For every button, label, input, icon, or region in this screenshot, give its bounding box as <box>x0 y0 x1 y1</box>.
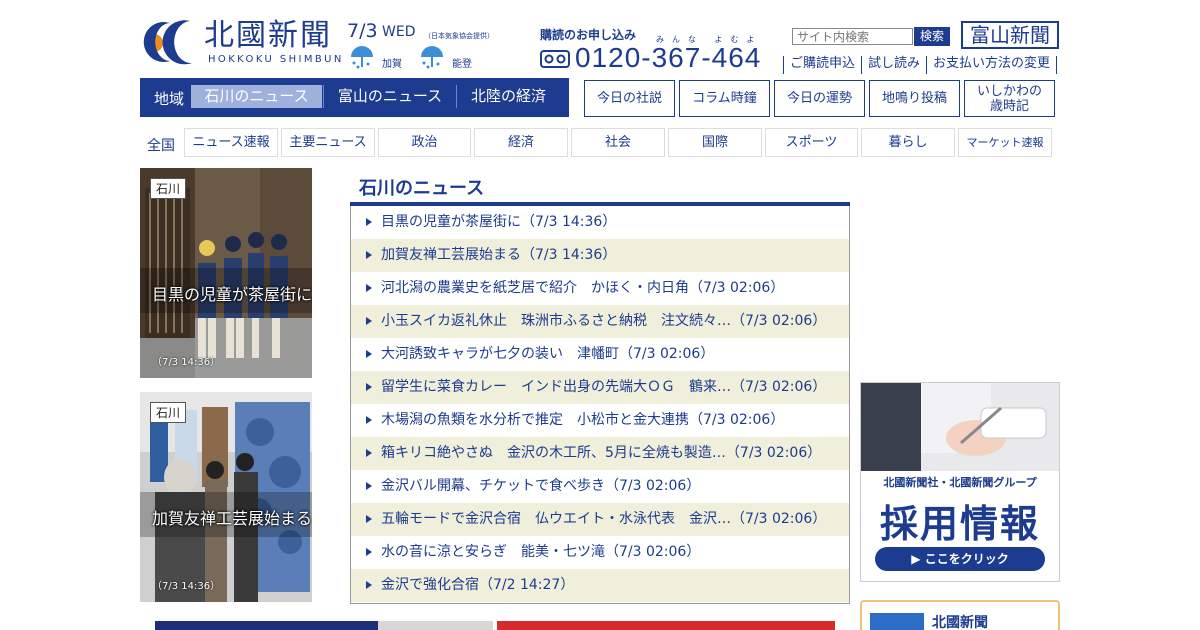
advertisement-banner[interactable] <box>497 621 835 630</box>
tab-divider <box>456 85 457 108</box>
site-search-input[interactable] <box>792 28 913 45</box>
category-society[interactable]: 社会 <box>571 128 665 157</box>
news-item[interactable]: 木場潟の魚類を水分析で推定 小松市と金大連携（7/3 02:06） <box>351 404 849 437</box>
feature-caption[interactable]: 加賀友禅工芸展始まる <box>152 505 312 529</box>
region-nav-label: 地域 <box>154 90 185 108</box>
tab-toyama-news[interactable]: 富山のニュース <box>325 85 455 108</box>
recruitment-company: 北國新聞社・北國新聞グループ <box>883 476 1037 489</box>
news-item[interactable]: 大河誘致キャラが七夕の装い 津幡町（7/3 02:06） <box>351 338 849 371</box>
rain-umbrella-icon[interactable] <box>348 43 376 71</box>
category-market-news[interactable]: マーケット速報 <box>958 128 1052 157</box>
news-item[interactable]: 河北潟の農業史を紙芝居で紹介 かほく・内日角（7/3 02:06） <box>351 272 849 305</box>
current-date: 7/3 <box>347 20 378 42</box>
category-international[interactable]: 国際 <box>668 128 762 157</box>
region-tag: 石川 <box>150 402 187 423</box>
fortune-button[interactable]: 今日の運勢 <box>774 80 865 117</box>
ishikawa-news-heading[interactable]: 石川のニュース <box>359 174 484 200</box>
subscribe-heading: 購読のお申し込み <box>540 28 637 42</box>
feature-photo-card[interactable]: 石川 加賀友禅工芸展始まる （7/3 14:36） <box>140 392 312 602</box>
bottom-card-label: 北國新聞 <box>932 615 988 630</box>
news-list: 目黒の児童が茶屋街に（7/3 14:36） 加賀友禅工芸展始まる（7/3 14:… <box>350 206 850 604</box>
news-item[interactable]: 加賀友禅工芸展始まる（7/3 14:36） <box>351 239 849 272</box>
subscribe-phone-number[interactable]: 0120-367-464 <box>575 42 761 74</box>
payment-change-link[interactable]: お支払い方法の変更 <box>926 56 1058 74</box>
news-item[interactable]: 箱キリコ絶やさぬ 金沢の木工所、5月に全焼も製造…（7/3 02:06） <box>351 437 849 470</box>
reader-post-button[interactable]: 地鳴り投稿 <box>869 80 960 117</box>
news-item[interactable]: 水の音に涼と安らぎ 能美・七ツ滝（7/3 02:06） <box>351 536 849 569</box>
search-button[interactable]: 検索 <box>914 27 950 46</box>
news-item[interactable]: 留学生に菜食カレー インド出身の先端大ＯＧ 鶴来…（7/3 02:06） <box>351 371 849 404</box>
feature-photo-image <box>140 392 312 602</box>
weather-region-noto: 能登 <box>452 59 472 70</box>
telephone-icon <box>540 50 570 68</box>
feature-caption[interactable]: 目黒の児童が茶屋街に <box>152 281 312 305</box>
newspaper-logo-icon <box>870 613 924 630</box>
weather-region-kaga: 加賀 <box>382 59 402 70</box>
news-item[interactable]: 目黒の児童が茶屋街に（7/3 14:36） <box>351 206 849 239</box>
trial-read-link[interactable]: 試し読み <box>861 56 926 74</box>
current-weekday: WED <box>382 24 416 40</box>
category-national-label: 全国 <box>147 138 175 154</box>
seasonal-calendar-button[interactable]: いしかわの 歳時記 <box>964 80 1055 117</box>
advertisement-image <box>378 621 493 630</box>
tab-ishikawa-news[interactable]: 石川のニュース <box>191 85 322 108</box>
recruitment-title: 採用情報 <box>879 502 1040 546</box>
category-sports[interactable]: スポーツ <box>765 128 858 157</box>
logo-mark-icon[interactable] <box>140 17 198 65</box>
region-nav: 地域 石川のニュース 富山のニュース 北陸の経済 <box>140 78 569 117</box>
category-politics[interactable]: 政治 <box>378 128 471 157</box>
toyama-shimbun-button[interactable]: 富山新聞 <box>961 21 1059 49</box>
category-breaking-news[interactable]: ニュース速報 <box>184 128 278 157</box>
column-jisho-button[interactable]: コラム時鐘 <box>679 80 770 117</box>
recruitment-banner[interactable]: 北國新聞社・北國新聞グループ 採用情報 ▶ ここをクリック <box>860 382 1060 582</box>
category-economy[interactable]: 経済 <box>474 128 568 157</box>
recruitment-cta-button[interactable]: ▶ ここをクリック <box>875 547 1045 571</box>
feature-photo-image <box>140 168 312 378</box>
editorial-button[interactable]: 今日の社説 <box>584 80 675 117</box>
subscribe-link[interactable]: ご購読申込 <box>783 56 861 74</box>
weather-source[interactable]: （日本気象協会提供） <box>424 31 494 41</box>
tab-hokuriku-economy[interactable]: 北陸の経済 <box>458 85 559 108</box>
feature-timestamp: （7/3 14:36） <box>152 357 221 368</box>
news-item[interactable]: 金沢バル開幕、チケットで食べ歩き（7/3 02:06） <box>351 470 849 503</box>
news-item[interactable]: 金沢で強化合宿（7/2 14:27） <box>351 569 849 602</box>
tab-divider <box>323 85 324 108</box>
region-tag: 石川 <box>150 178 187 199</box>
utility-links: ご購読申込 試し読み お支払い方法の変更 <box>783 56 1058 74</box>
news-item[interactable]: 五輪モードで金沢合宿 仏ウエイト・水泳代表 金沢…（7/3 02:06） <box>351 503 849 536</box>
category-top-news[interactable]: 主要ニュース <box>281 128 375 157</box>
news-item[interactable]: 小玉スイカ返礼休止 珠洲市ふるさと納税 注文続々…（7/3 02:06） <box>351 305 849 338</box>
hokkoku-shimbun-card[interactable]: 北國新聞 <box>860 600 1060 630</box>
rain-umbrella-icon[interactable] <box>418 43 446 71</box>
logo-title[interactable]: 北國新聞 <box>204 18 332 54</box>
category-lifestyle[interactable]: 暮らし <box>861 128 955 157</box>
feature-timestamp: （7/3 14:36） <box>152 581 221 592</box>
feature-photo-card[interactable]: 石川 目黒の児童が茶屋街に （7/3 14:36） <box>140 168 312 378</box>
logo-subtitle: HOKKOKU SHIMBUN <box>208 54 344 65</box>
